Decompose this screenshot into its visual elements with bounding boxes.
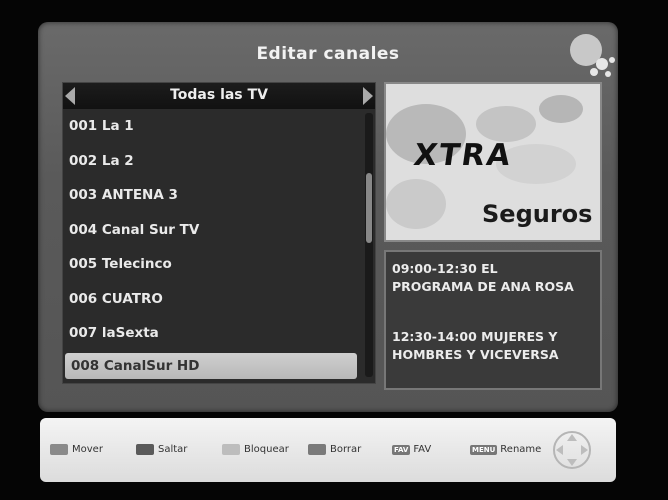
epg-entry-line: HOMBRES Y VICEVERSA (392, 347, 559, 362)
color-key-icon (222, 444, 240, 455)
tv-screen: Editar canales Todas las TV 001 La 1 002… (0, 0, 668, 500)
channel-row[interactable]: 006 CUATRO (63, 282, 359, 317)
list-header: Todas las TV (63, 83, 375, 109)
epg-entry-line: PROGRAMA DE ANA ROSA (392, 279, 574, 294)
fav-key-icon: FAV (392, 444, 411, 455)
bubbles-decoration-icon (570, 34, 615, 77)
key-delete[interactable]: Borrar (308, 444, 361, 455)
list-title: Todas las TV (170, 87, 268, 103)
epg-entry-line: 09:00-12:30 EL (392, 261, 498, 276)
color-key-icon (308, 444, 326, 455)
channel-row[interactable]: 001 La 1 (63, 109, 359, 144)
channel-row[interactable]: 004 Canal Sur TV (63, 213, 359, 248)
footer-legend: Mover Saltar Bloquear Borrar FAV FAV MEN… (40, 418, 616, 482)
menu-key-icon: MENU (470, 444, 498, 455)
channel-preview: XTRA Seguros (384, 82, 602, 242)
preview-logo: XTRA (411, 138, 515, 173)
key-move[interactable]: Mover (50, 444, 103, 455)
page-title: Editar canales (256, 44, 400, 64)
epg-entry: 12:30-14:00 MUJERES Y HOMBRES Y VICEVERS… (392, 328, 596, 364)
chevron-right-icon[interactable] (363, 87, 373, 105)
channel-row[interactable]: 005 Telecinco (63, 247, 359, 282)
key-label: Saltar (158, 444, 188, 455)
epg-entry-line: 12:30-14:00 MUJERES Y (392, 329, 558, 344)
key-jump[interactable]: Saltar (136, 444, 187, 455)
channel-row[interactable]: 007 laSexta (63, 316, 359, 351)
channel-row[interactable]: 002 La 2 (63, 144, 359, 179)
channel-rows: 001 La 1 002 La 2 003 ANTENA 3 004 Canal… (63, 109, 359, 379)
key-label: Borrar (330, 444, 362, 455)
epg-entry: 09:00-12:30 EL PROGRAMA DE ANA ROSA (392, 260, 596, 296)
key-lock[interactable]: Bloquear (222, 444, 289, 455)
scrollbar[interactable] (365, 113, 373, 377)
key-rename[interactable]: MENU Rename (470, 444, 541, 455)
key-label: FAV (413, 444, 432, 455)
navigation-pad-icon (553, 431, 591, 469)
preview-subtitle: Seguros (482, 200, 593, 228)
scrollbar-thumb[interactable] (366, 173, 372, 243)
color-key-icon (50, 444, 68, 455)
channel-row[interactable]: 003 ANTENA 3 (63, 178, 359, 213)
key-label: Mover (72, 444, 103, 455)
edit-channels-panel: Editar canales Todas las TV 001 La 1 002… (38, 22, 618, 412)
channel-list: Todas las TV 001 La 1 002 La 2 003 ANTEN… (62, 82, 376, 384)
key-fav[interactable]: FAV FAV (392, 444, 431, 455)
epg-info: 09:00-12:30 EL PROGRAMA DE ANA ROSA 12:3… (384, 250, 602, 390)
key-label: Bloquear (244, 444, 289, 455)
key-label: Rename (500, 444, 542, 455)
channel-row-selected[interactable]: 008 CanalSur HD (65, 352, 357, 379)
color-key-icon (136, 444, 154, 455)
